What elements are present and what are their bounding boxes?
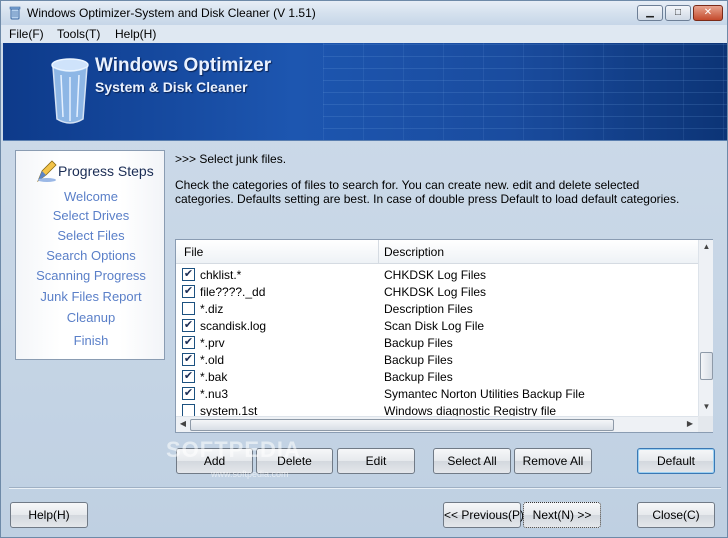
- row-checkbox[interactable]: [182, 302, 195, 315]
- select-all-button[interactable]: Select All: [433, 448, 511, 474]
- title-bar[interactable]: Windows Optimizer-System and Disk Cleane…: [1, 1, 727, 25]
- column-header-description[interactable]: Description: [384, 245, 444, 259]
- progress-steps-panel: Progress Steps Welcome Select Drives Sel…: [15, 150, 165, 360]
- row-checkbox[interactable]: ✔: [182, 336, 195, 349]
- row-description: Backup Files: [384, 353, 453, 367]
- row-description: Backup Files: [384, 336, 453, 350]
- minimize-button[interactable]: ▁: [637, 5, 663, 21]
- step-search-options: Search Options: [46, 248, 136, 263]
- row-file: file????._dd: [200, 285, 266, 299]
- scroll-up-icon[interactable]: ▲: [701, 242, 712, 254]
- scroll-right-icon[interactable]: ▶: [684, 419, 696, 431]
- row-checkbox[interactable]: ✔: [182, 285, 195, 298]
- table-row[interactable]: ✔ *.nu3 Symantec Norton Utilities Backup…: [176, 385, 698, 402]
- row-description: CHKDSK Log Files: [384, 285, 487, 299]
- vertical-scroll-thumb[interactable]: [700, 352, 713, 380]
- step-junk-files-report: Junk Files Report: [40, 289, 142, 304]
- steps-title: Progress Steps: [58, 163, 154, 179]
- step-select-files: Select Files: [57, 228, 125, 243]
- default-button[interactable]: Default: [637, 448, 715, 474]
- row-file: chklist.*: [200, 268, 242, 282]
- row-description: Description Files: [384, 302, 473, 316]
- row-description: CHKDSK Log Files: [384, 268, 487, 282]
- recycle-bin-icon: [9, 6, 21, 20]
- row-file: scandisk.log: [200, 319, 267, 333]
- scroll-left-icon[interactable]: ◀: [177, 419, 189, 431]
- window-title: Windows Optimizer-System and Disk Cleane…: [27, 6, 316, 20]
- row-description: Backup Files: [384, 370, 453, 384]
- table-row[interactable]: ✔ file????._dd CHKDSK Log Files: [176, 283, 698, 300]
- table-row[interactable]: *.diz Description Files: [176, 300, 698, 317]
- menu-bar: File(F) Tools(T) Help(H): [1, 25, 727, 43]
- table-row[interactable]: ✔ scandisk.log Scan Disk Log File: [176, 317, 698, 334]
- row-description: Symantec Norton Utilities Backup File: [384, 387, 585, 401]
- close-button[interactable]: Close(C): [637, 502, 715, 528]
- softpedia-watermark: SOFTPEDIA: [166, 437, 301, 462]
- pen-icon: [37, 160, 57, 183]
- instruction-text: >>> Select junk files.: [175, 152, 287, 166]
- table-row[interactable]: ✔ *.old Backup Files: [176, 351, 698, 368]
- step-scanning-progress: Scanning Progress: [36, 268, 146, 283]
- row-file: *.prv: [200, 336, 225, 350]
- row-checkbox[interactable]: ✔: [182, 319, 195, 332]
- vertical-scrollbar[interactable]: ▲ ▼: [698, 240, 713, 416]
- table-row[interactable]: ✔ *.bak Backup Files: [176, 368, 698, 385]
- row-checkbox[interactable]: ✔: [182, 268, 195, 281]
- row-description: Scan Disk Log File: [384, 319, 485, 333]
- step-welcome: Welcome: [64, 189, 118, 204]
- close-window-button[interactable]: ✕: [693, 5, 723, 21]
- footer-separator: [9, 487, 721, 489]
- softpedia-watermark-url: www.softpedia.com: [211, 469, 289, 479]
- help-button[interactable]: Help(H): [10, 502, 88, 528]
- banner-title: Windows Optimizer: [95, 55, 272, 76]
- remove-all-button[interactable]: Remove All: [514, 448, 592, 474]
- row-file: *.diz: [200, 302, 224, 316]
- table-row[interactable]: ✔ chklist.* CHKDSK Log Files: [176, 266, 698, 283]
- row-file: *.nu3: [200, 387, 229, 401]
- column-divider[interactable]: [378, 240, 379, 264]
- description-text: Check the categories of files to search …: [175, 178, 680, 206]
- edit-button[interactable]: Edit: [337, 448, 415, 474]
- recycle-bin-icon: [51, 58, 89, 124]
- step-finish: Finish: [73, 333, 109, 348]
- maximize-button[interactable]: □: [665, 5, 691, 21]
- previous-button[interactable]: << Previous(P): [443, 502, 524, 528]
- row-file: *.old: [200, 353, 225, 367]
- banner-subtitle: System & Disk Cleaner: [95, 79, 248, 95]
- row-checkbox[interactable]: ✔: [182, 353, 195, 366]
- banner-grid-decoration: [323, 43, 727, 140]
- row-checkbox[interactable]: ✔: [182, 370, 195, 383]
- file-category-list[interactable]: File Description ✔ chklist.* CHKDSK Log …: [175, 239, 713, 433]
- list-header: File Description: [176, 240, 698, 264]
- scrollbar-corner: [698, 416, 713, 432]
- header-banner: Windows Optimizer System & Disk Cleaner: [3, 43, 727, 141]
- horizontal-scrollbar[interactable]: ◀ ▶: [176, 416, 698, 432]
- step-select-drives: Select Drives: [52, 208, 130, 223]
- row-file: *.bak: [200, 370, 228, 384]
- column-header-file[interactable]: File: [184, 245, 203, 259]
- next-button[interactable]: Next(N) >>: [523, 502, 601, 528]
- row-checkbox[interactable]: ✔: [182, 387, 195, 400]
- table-row[interactable]: ✔ *.prv Backup Files: [176, 334, 698, 351]
- menu-help[interactable]: Help(H): [115, 27, 156, 41]
- menu-tools[interactable]: Tools(T): [57, 27, 100, 41]
- scroll-down-icon[interactable]: ▼: [701, 402, 712, 414]
- step-cleanup: Cleanup: [66, 310, 116, 325]
- menu-file[interactable]: File(F): [9, 27, 44, 41]
- app-window: Windows Optimizer-System and Disk Cleane…: [0, 0, 728, 538]
- horizontal-scroll-thumb[interactable]: [190, 419, 614, 431]
